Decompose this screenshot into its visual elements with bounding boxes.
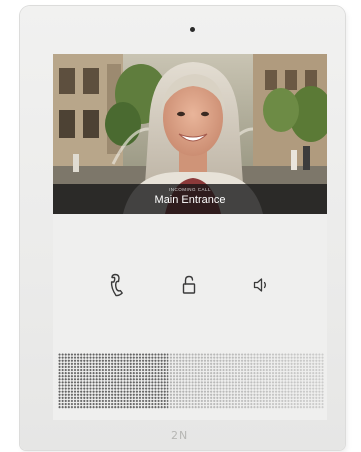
call-info-bar: INCOMING CALL Main Entrance [53,184,327,214]
unlocked-padlock-icon [182,275,196,294]
call-status-label: INCOMING CALL [168,187,211,192]
phone-handset-icon [110,273,123,297]
volume-button[interactable] [251,272,273,298]
answer-call-button[interactable] [106,272,128,298]
brand-logo: 2N [171,429,189,442]
caller-name-label: Main Entrance [154,194,226,206]
speaker-volume-icon [253,278,266,292]
camera-lens-icon [190,27,195,32]
speaker-grille-fade [168,353,324,409]
video-screen[interactable]: INCOMING CALL Main Entrance [53,54,327,214]
unlock-door-button[interactable] [178,272,200,298]
